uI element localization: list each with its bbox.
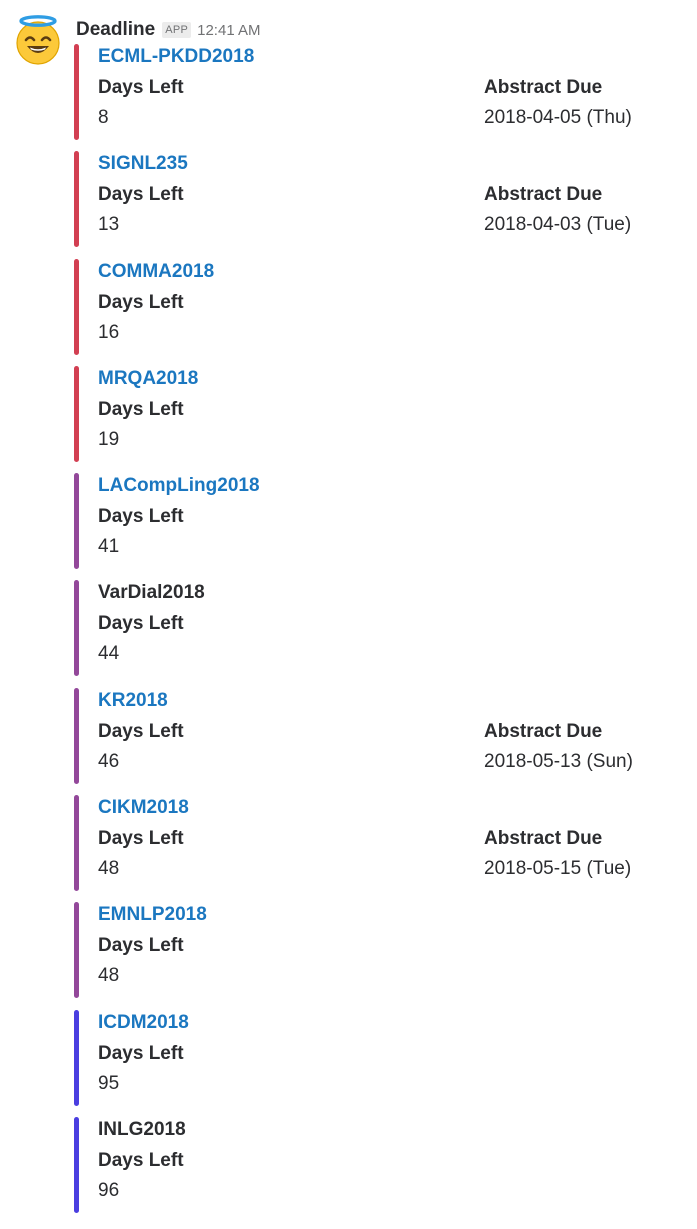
deadline-attachment: COMMA2018 Days Left 16 xyxy=(74,258,684,355)
conference-title-link[interactable]: MRQA2018 xyxy=(98,366,198,392)
conference-title-link[interactable]: ICDM2018 xyxy=(98,1010,189,1036)
conference-title: INLG2018 xyxy=(98,1118,186,1140)
conference-title-link[interactable]: KR2018 xyxy=(98,688,168,714)
days-left-label: Days Left xyxy=(98,1149,184,1171)
deadline-attachment: MRQA2018 Days Left 19 xyxy=(74,365,684,462)
conference-title-link[interactable]: CIKM2018 xyxy=(98,795,189,821)
days-left-label: Days Left xyxy=(98,398,184,420)
abstract-due-label: Abstract Due xyxy=(484,77,603,98)
days-left-field: Days Left 16 xyxy=(98,290,184,346)
deadline-attachment: VarDial2018 Days Left 44 xyxy=(74,580,684,677)
attachment-color-bar xyxy=(74,902,79,999)
attachment-color-bar xyxy=(74,365,79,462)
conference-title: VarDial2018 xyxy=(98,582,205,604)
days-left-label: Days Left xyxy=(98,506,184,528)
sender-name[interactable]: Deadline xyxy=(76,19,155,41)
app-badge: APP xyxy=(162,22,192,38)
attachment-list: ECML-PKDD2018 Days Left 8 Abstract Due 2018-… xyxy=(74,44,684,1224)
abstract-due-field: Abstract Due 2018-04-05 (Thu) xyxy=(484,75,632,131)
abstract-due-field: Abstract Due 2018-05-15 (Tue) xyxy=(484,826,631,882)
attachment-color-bar xyxy=(74,687,79,784)
deadline-attachment: INLG2018 Days Left 96 xyxy=(74,1116,684,1213)
attachment-color-bar xyxy=(74,44,79,140)
days-left-label: Days Left xyxy=(98,77,184,98)
deadline-attachment: ICDM2018 Days Left 95 xyxy=(74,1009,684,1106)
days-left-value: 8 xyxy=(98,107,109,128)
days-left-value: 16 xyxy=(98,321,120,343)
deadline-attachment: EMNLP2018 Days Left 48 xyxy=(74,902,684,999)
attachment-color-bar xyxy=(74,151,79,248)
attachment-color-bar xyxy=(74,258,79,355)
days-left-field: Days Left 48 xyxy=(98,933,184,989)
days-left-field: Days Left 13 xyxy=(98,182,184,238)
days-left-field: Days Left 44 xyxy=(98,611,184,667)
days-left-label: Days Left xyxy=(98,1042,184,1064)
conference-title-link[interactable]: COMMA2018 xyxy=(98,259,214,285)
conference-title-link[interactable]: LACompLing2018 xyxy=(98,473,260,499)
abstract-due-value: 2018-05-13 (Sun) xyxy=(484,750,633,772)
abstract-due-value: 2018-04-05 (Thu) xyxy=(484,107,632,128)
days-left-label: Days Left xyxy=(98,291,184,313)
abstract-due-field: Abstract Due 2018-05-13 (Sun) xyxy=(484,719,633,775)
deadline-attachment: LACompLing2018 Days Left 41 xyxy=(74,473,684,570)
days-left-label: Days Left xyxy=(98,184,184,206)
smiling-face-with-halo-icon xyxy=(12,14,64,66)
conference-title-link[interactable]: EMNLP2018 xyxy=(98,902,207,928)
days-left-value: 48 xyxy=(98,965,120,987)
days-left-value: 95 xyxy=(98,1072,120,1094)
conference-title-link[interactable]: ECML-PKDD2018 xyxy=(98,44,254,70)
days-left-value: 46 xyxy=(98,750,120,772)
days-left-label: Days Left xyxy=(98,613,184,635)
deadline-attachment: CIKM2018 Days Left 48 Abstract Due 2018-05-1… xyxy=(74,795,684,892)
deadline-attachment: KR2018 Days Left 46 Abstract Due 2018-05-13 … xyxy=(74,687,684,784)
deadline-attachment: SIGNL235 Days Left 13 Abstract Due 2018-04-0… xyxy=(74,151,684,248)
days-left-value: 41 xyxy=(98,536,120,558)
days-left-field: Days Left 41 xyxy=(98,504,184,560)
days-left-value: 48 xyxy=(98,858,120,880)
days-left-value: 96 xyxy=(98,1179,120,1201)
days-left-field: Days Left 96 xyxy=(98,1148,184,1204)
days-left-field: Days Left 8 xyxy=(98,75,184,131)
attachment-color-bar xyxy=(74,473,79,570)
days-left-field: Days Left 19 xyxy=(98,397,184,453)
abstract-due-value: 2018-05-15 (Tue) xyxy=(484,858,632,880)
abstract-due-label: Abstract Due xyxy=(484,184,603,206)
days-left-value: 44 xyxy=(98,643,120,665)
days-left-field: Days Left 95 xyxy=(98,1041,184,1097)
attachment-color-bar xyxy=(74,580,79,677)
abstract-due-label: Abstract Due xyxy=(484,828,603,850)
conference-title-link[interactable]: SIGNL235 xyxy=(98,151,188,177)
attachment-color-bar xyxy=(74,1116,79,1213)
days-left-field: Days Left 48 xyxy=(98,826,184,882)
bot-avatar[interactable] xyxy=(12,14,64,66)
message-timestamp[interactable]: 12:41 AM xyxy=(197,22,260,39)
deadline-attachment: ECML-PKDD2018 Days Left 8 Abstract Due 2018-… xyxy=(74,44,684,140)
abstract-due-label: Abstract Due xyxy=(484,720,603,742)
days-left-value: 19 xyxy=(98,428,120,450)
message-header: Deadline APP 12:41 AM xyxy=(76,16,261,44)
days-left-label: Days Left xyxy=(98,720,184,742)
days-left-label: Days Left xyxy=(98,828,184,850)
days-left-label: Days Left xyxy=(98,935,184,957)
days-left-value: 13 xyxy=(98,214,120,236)
attachment-color-bar xyxy=(74,795,79,892)
days-left-field: Days Left 46 xyxy=(98,719,184,775)
attachment-color-bar xyxy=(74,1009,79,1106)
abstract-due-value: 2018-04-03 (Tue) xyxy=(484,214,632,236)
abstract-due-field: Abstract Due 2018-04-03 (Tue) xyxy=(484,182,631,238)
